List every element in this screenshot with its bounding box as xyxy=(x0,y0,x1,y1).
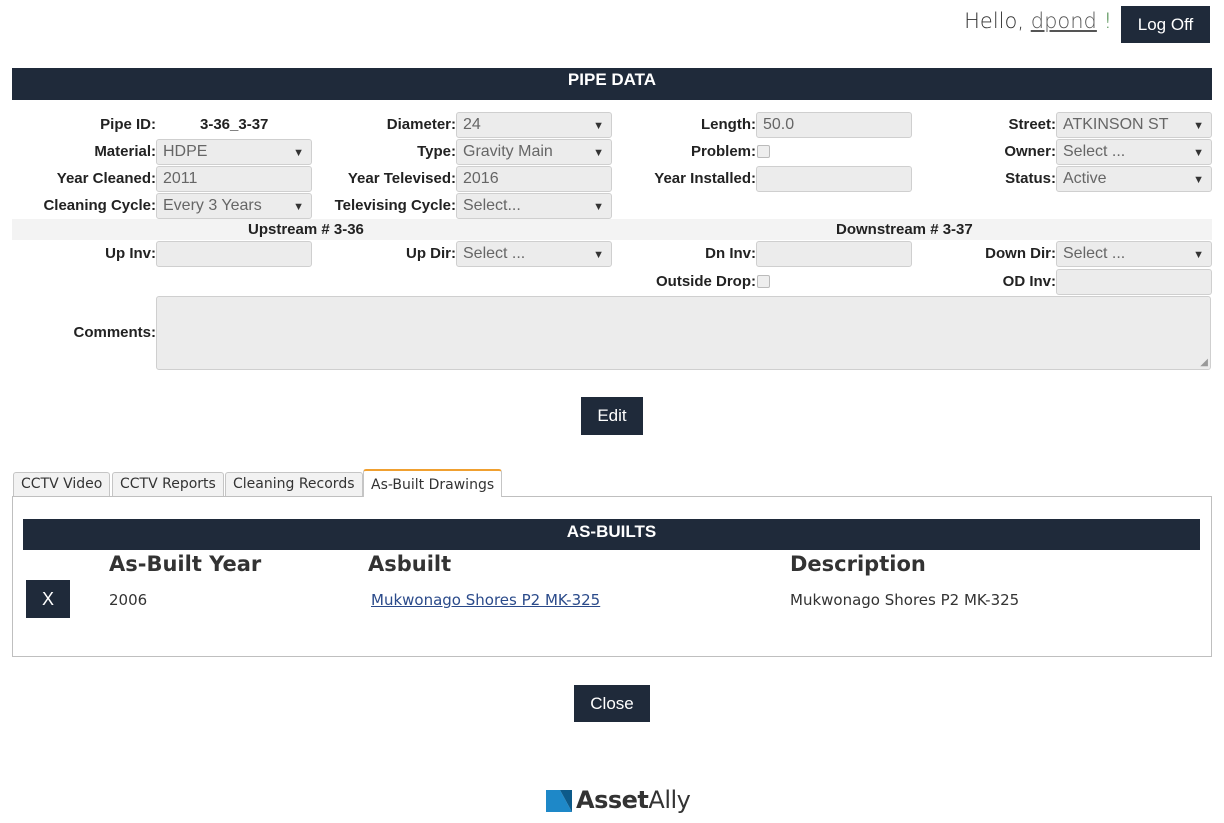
pipe-data-header: PIPE DATA xyxy=(12,68,1212,100)
chevron-down-icon: ▼ xyxy=(593,249,604,261)
delete-asbuilt-button[interactable]: X xyxy=(26,580,70,618)
pipe-id-label: Pipe ID: xyxy=(100,116,156,133)
diameter-label: Diameter: xyxy=(386,116,456,133)
year-televised-label: Year Televised: xyxy=(347,170,456,187)
as-builts-header: AS-BUILTS xyxy=(23,519,1200,550)
up-inv-input[interactable] xyxy=(156,241,312,267)
username-link[interactable]: dpond xyxy=(1031,9,1097,33)
asbuilt-link[interactable]: Mukwonago Shores P2 MK-325 xyxy=(371,591,600,609)
comments-label: Comments: xyxy=(73,324,156,341)
od-inv-label: OD Inv: xyxy=(1002,273,1056,290)
televising-cycle-select[interactable]: Select... ▼ xyxy=(456,193,612,219)
problem-label: Problem: xyxy=(690,143,756,160)
chevron-down-icon: ▼ xyxy=(1193,120,1204,132)
cleaning-cycle-select[interactable]: Every 3 Years ▼ xyxy=(156,193,312,219)
logo-text: AssetAlly xyxy=(576,786,691,814)
stream-band xyxy=(12,219,1212,240)
owner-select[interactable]: Select ... ▼ xyxy=(1056,139,1212,165)
chevron-down-icon: ▼ xyxy=(1193,147,1204,159)
outside-drop-label: Outside Drop: xyxy=(656,273,756,290)
tab-as-built-drawings[interactable]: As-Built Drawings xyxy=(363,469,503,497)
length-label: Length: xyxy=(701,116,756,133)
column-header-year: As-Built Year xyxy=(109,552,262,576)
log-off-button[interactable]: Log Off xyxy=(1121,6,1210,43)
cleaning-cycle-label: Cleaning Cycle: xyxy=(43,197,156,214)
chevron-down-icon: ▼ xyxy=(293,201,304,213)
close-button[interactable]: Close xyxy=(574,685,650,722)
type-label: Type: xyxy=(417,143,456,160)
down-dir-label: Down Dir: xyxy=(985,245,1056,262)
column-header-description: Description xyxy=(790,552,926,576)
down-dir-select[interactable]: Select ... ▼ xyxy=(1056,241,1212,267)
tab-cctv-reports[interactable]: CCTV Reports xyxy=(112,472,224,496)
comments-textarea[interactable]: ◢ xyxy=(156,296,1211,370)
resize-handle-icon[interactable]: ◢ xyxy=(1200,357,1208,368)
assetally-logo: AssetAlly xyxy=(546,784,691,818)
greeting: Hello, dpond ! xyxy=(964,9,1112,33)
chevron-down-icon: ▼ xyxy=(593,201,604,213)
chevron-down-icon: ▼ xyxy=(1193,174,1204,186)
year-cleaned-label: Year Cleaned: xyxy=(56,170,156,187)
year-cleaned-input[interactable]: 2011 xyxy=(156,166,312,192)
edit-button[interactable]: Edit xyxy=(581,397,643,435)
owner-label: Owner: xyxy=(1004,143,1056,160)
tab-cleaning-records[interactable]: Cleaning Records xyxy=(225,472,363,496)
status-label: Status: xyxy=(1005,170,1056,187)
diameter-select[interactable]: 24 ▼ xyxy=(456,112,612,138)
status-select[interactable]: Active ▼ xyxy=(1056,166,1212,192)
od-inv-input[interactable] xyxy=(1056,269,1212,295)
chevron-down-icon: ▼ xyxy=(593,120,604,132)
street-label: Street: xyxy=(1008,116,1056,133)
outside-drop-checkbox[interactable] xyxy=(757,275,770,288)
assetally-logo-icon xyxy=(546,790,572,812)
asbuilt-year-cell: 2006 xyxy=(109,591,148,609)
upstream-title: Upstream # 3-36 xyxy=(248,221,364,238)
dn-inv-input[interactable] xyxy=(756,241,912,267)
televising-cycle-label: Televising Cycle: xyxy=(334,197,456,214)
problem-checkbox[interactable] xyxy=(757,145,770,158)
downstream-title: Downstream # 3-37 xyxy=(836,221,973,238)
type-select[interactable]: Gravity Main ▼ xyxy=(456,139,612,165)
material-label: Material: xyxy=(94,143,156,160)
up-dir-select[interactable]: Select ... ▼ xyxy=(456,241,612,267)
year-installed-label: Year Installed: xyxy=(654,170,756,187)
year-installed-input[interactable] xyxy=(756,166,912,192)
length-input[interactable]: 50.0 xyxy=(756,112,912,138)
tab-cctv-video[interactable]: CCTV Video xyxy=(13,472,111,496)
up-dir-label: Up Dir: xyxy=(406,245,456,262)
column-header-asbuilt: Asbuilt xyxy=(368,552,452,576)
up-inv-label: Up Inv: xyxy=(105,245,156,262)
material-select[interactable]: HDPE ▼ xyxy=(156,139,312,165)
chevron-down-icon: ▼ xyxy=(1193,249,1204,261)
chevron-down-icon: ▼ xyxy=(293,147,304,159)
dn-inv-label: Dn Inv: xyxy=(705,245,756,262)
asbuilt-description-cell: Mukwonago Shores P2 MK-325 xyxy=(790,591,1020,609)
pipe-id-value: 3-36_3-37 xyxy=(200,116,269,133)
chevron-down-icon: ▼ xyxy=(593,147,604,159)
street-select[interactable]: ATKINSON ST ▼ xyxy=(1056,112,1212,138)
year-televised-input[interactable]: 2016 xyxy=(456,166,612,192)
